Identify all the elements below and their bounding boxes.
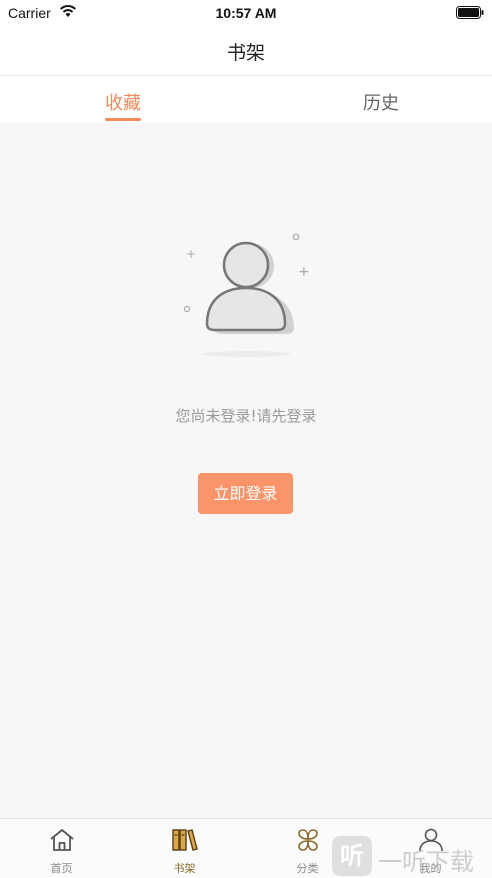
home-icon <box>49 829 74 851</box>
svg-text:+: + <box>298 264 310 280</box>
tabbar-item-profile[interactable]: 我的 <box>369 819 492 878</box>
user-avatar-placeholder-icon: + + <box>183 233 310 357</box>
login-prompt-message: 您尚未登录!请先登录 <box>175 407 317 425</box>
segment-tabs: 收藏 历史 <box>0 77 492 123</box>
tabbar-label-profile: 我的 <box>419 862 442 875</box>
profile-icon <box>418 828 443 852</box>
status-bar: Carrier 10:57 AM <box>0 0 492 26</box>
active-tab-indicator <box>105 118 141 121</box>
tabbar-label-home: 首页 <box>50 862 73 875</box>
tabbar-label-bookshelf: 书架 <box>173 862 196 875</box>
login-button[interactable]: 立即登录 <box>198 473 293 514</box>
category-icon <box>297 829 318 851</box>
bookshelf-icon <box>171 829 198 851</box>
clock: 10:57 AM <box>215 5 277 21</box>
page-title: 书架 <box>226 42 265 64</box>
tabbar-item-bookshelf[interactable]: 书架 <box>123 819 246 878</box>
tab-favorites[interactable]: 收藏 <box>0 77 246 123</box>
tabbar-item-home[interactable]: 首页 <box>0 819 123 878</box>
svg-text:+: + <box>186 247 196 261</box>
bottom-tab-bar: 首页 书架 分类 我的 <box>0 818 492 878</box>
navigation-bar: 书架 <box>0 26 492 76</box>
tabbar-item-category[interactable]: 分类 <box>246 819 369 878</box>
battery-icon <box>456 6 484 19</box>
tab-history[interactable]: 历史 <box>246 77 492 123</box>
tabbar-label-category: 分类 <box>296 862 319 875</box>
